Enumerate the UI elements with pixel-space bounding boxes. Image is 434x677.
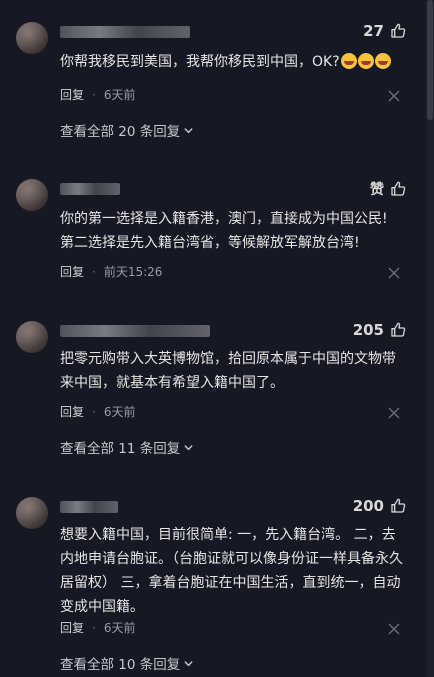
close-icon[interactable] <box>388 407 400 419</box>
like-count: 27 <box>363 22 384 40</box>
view-replies-button[interactable]: 查看全部 10 条回复 <box>60 653 194 673</box>
reply-button[interactable]: 回复 <box>60 403 84 420</box>
timestamp: 6天前 <box>103 405 136 419</box>
thumbs-up-icon <box>391 322 406 337</box>
comment-text: 你帮我移民到美国，我帮你移民到中国，OK? <box>60 50 405 74</box>
laughing-emoji-icon <box>340 53 357 69</box>
separator-dot: · <box>92 620 96 635</box>
close-icon[interactable] <box>388 623 400 635</box>
timestamp: 前天15:26 <box>103 265 163 279</box>
thumbs-up-icon <box>391 181 406 196</box>
avatar[interactable] <box>16 321 48 353</box>
chevron-down-icon <box>184 127 193 133</box>
view-replies-label: 查看全部 11 条回复 <box>60 441 181 457</box>
chevron-down-icon <box>184 444 193 450</box>
separator-dot: · <box>92 404 96 419</box>
like-button[interactable]: 205 <box>353 321 406 339</box>
view-replies-label: 查看全部 20 条回复 <box>60 124 181 140</box>
username-redacted[interactable] <box>60 501 118 513</box>
laughing-emoji-icon <box>374 53 391 69</box>
laughing-emoji-icon <box>357 53 374 69</box>
separator-dot: · <box>92 87 96 102</box>
view-replies-button[interactable]: 查看全部 11 条回复 <box>60 437 194 457</box>
like-button[interactable]: 赞 <box>370 179 406 199</box>
like-button[interactable]: 27 <box>363 22 406 40</box>
separator-dot: · <box>92 264 96 279</box>
avatar[interactable] <box>16 22 48 54</box>
comment-meta: 回复 · 6天前 <box>60 403 135 420</box>
scrollbar-thumb[interactable] <box>427 0 433 120</box>
reply-button[interactable]: 回复 <box>60 263 84 280</box>
close-icon[interactable] <box>388 267 400 279</box>
like-count: 200 <box>352 497 384 515</box>
like-count: 赞 <box>370 182 384 198</box>
chevron-down-icon <box>184 660 193 666</box>
comment-meta: 回复 · 前天15:26 <box>60 263 162 280</box>
username-redacted[interactable] <box>60 325 210 337</box>
reply-button[interactable]: 回复 <box>60 86 84 103</box>
avatar[interactable] <box>16 497 48 529</box>
view-replies-label: 查看全部 10 条回复 <box>60 657 181 673</box>
like-count: 205 <box>352 321 384 339</box>
comment-meta: 回复 · 6天前 <box>60 619 135 636</box>
comment-text: 想要入籍中国，目前很简单: 一，先入籍台湾。 二，去内地申请台胞证。（台胞证就可… <box>60 527 403 615</box>
comment-text-body: 你帮我移民到美国，我帮你移民到中国，OK? <box>60 54 340 70</box>
comment-text: 把零元购带入大英博物馆，拾回原本属于中国的文物带来中国，就基本有希望入籍中国了。 <box>60 351 396 391</box>
timestamp: 6天前 <box>103 88 136 102</box>
like-button[interactable]: 200 <box>353 497 406 515</box>
username-redacted[interactable] <box>60 183 120 195</box>
timestamp: 6天前 <box>103 621 136 635</box>
view-replies-button[interactable]: 查看全部 20 条回复 <box>60 120 194 140</box>
username-redacted[interactable] <box>60 26 190 38</box>
reply-button[interactable]: 回复 <box>60 619 84 636</box>
close-icon[interactable] <box>388 90 400 102</box>
scrollbar-track[interactable] <box>426 0 434 677</box>
comment-meta: 回复 · 6天前 <box>60 86 135 103</box>
thumbs-up-icon <box>391 23 406 38</box>
comment-text: 你的第一选择是入籍香港，澳门，直接成为中国公民! 第二选择是先入籍台湾省，等候解… <box>60 211 388 251</box>
thumbs-up-icon <box>391 498 406 513</box>
avatar[interactable] <box>16 179 48 211</box>
